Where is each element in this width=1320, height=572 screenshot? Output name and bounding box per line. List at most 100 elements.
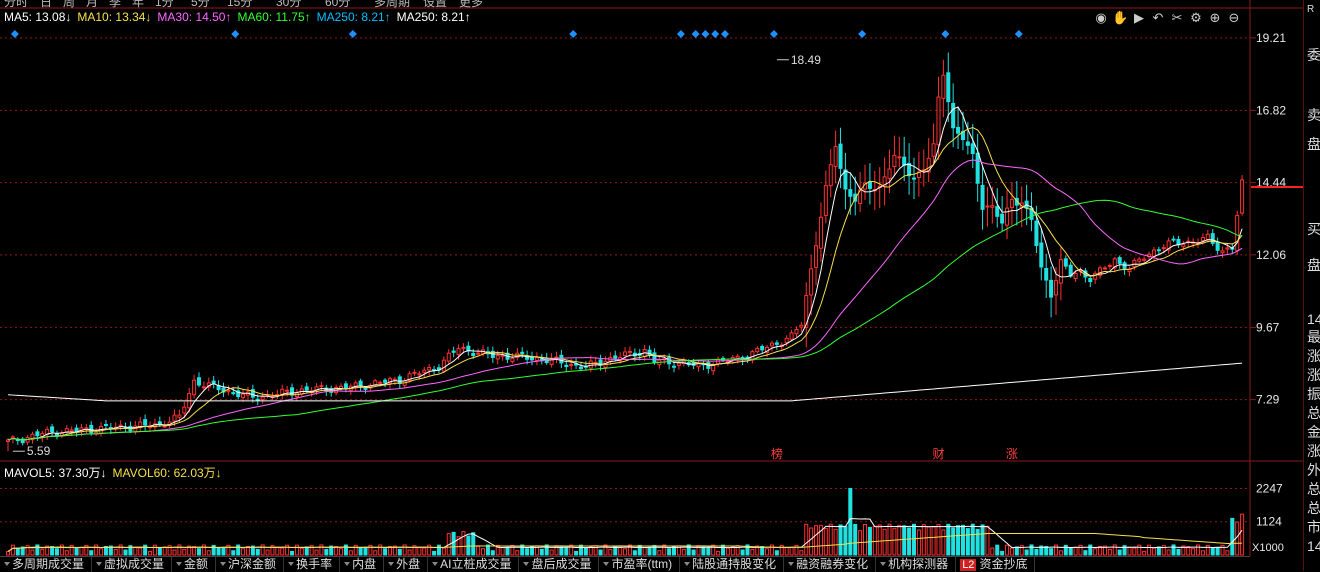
volume-bar [862,523,868,556]
indicator-tab[interactable]: 陆股通持股变化 [680,557,785,572]
event-marker-label: 涨 [1006,446,1018,461]
event-diamond-icon [720,30,729,38]
volume-bar [148,550,153,556]
indicator-tab[interactable]: 换手率 [284,557,341,572]
indicator-tab[interactable]: 内盘 [340,557,385,572]
panel-stat-label: 涨 [1307,367,1320,383]
volume-bar [1127,546,1132,556]
candle-body [946,72,951,103]
candle-body [1049,279,1054,298]
volume-bar [1132,547,1137,556]
volume-bar [1196,544,1201,556]
indicator-tab-label: 陆股通持股变化 [692,557,777,571]
indicator-tab[interactable]: 虚拟成交量 [92,557,173,572]
candle-body [461,346,466,349]
indicator-tab[interactable]: 机构探测器 [876,557,957,572]
candle-body [711,364,716,372]
candle-body [1171,238,1176,241]
volume-bar [549,549,554,556]
volume-bar [730,546,735,556]
volume-bar [397,548,402,556]
volume-bar [231,550,236,556]
indicator-tab-label: 融资融券变化 [796,557,869,571]
indicator-tab-label: 虚拟成交量 [104,557,165,571]
volume-bar [324,548,329,556]
indicator-tab[interactable]: 盘后成交量 [519,557,600,572]
volume-bar [133,546,138,556]
volume-bar [35,544,40,556]
candle-body [1117,257,1122,264]
volume-bar [201,544,206,556]
event-diamond-icon [711,30,720,38]
volume-bar [1049,548,1054,556]
candle-body [1235,214,1240,252]
indicator-tab[interactable]: AI立桩成交量 [428,557,520,572]
volume-bar [848,487,853,556]
candle-body [74,427,79,432]
indicator-tab[interactable]: 金额 [172,557,217,572]
candle-body [1161,247,1166,250]
indicator-tab[interactable]: 外盘 [384,557,429,572]
candle-body [911,177,917,180]
candle-body [828,164,833,187]
candle-body [422,369,427,373]
volume-bar [828,523,833,556]
volume-bar [294,544,299,556]
panel-label: 盘 [1307,136,1320,152]
volume-bar [902,525,907,556]
volume-bar [769,544,774,556]
candle-body [211,380,216,384]
volume-bar [432,550,437,556]
candle-body [995,206,1000,217]
candle-body [1122,262,1127,270]
indicator-tab[interactable]: 沪深金额 [216,557,285,572]
volume-bar [378,544,383,556]
volume-bar [5,550,11,556]
volume-bar [774,550,779,556]
volume-bar [441,547,446,556]
r-icon[interactable]: R [1307,2,1314,17]
candle-body [1205,233,1210,241]
volume-bar [701,546,706,556]
volume-bar [255,548,260,556]
volume-bar [784,547,789,556]
indicator-tab[interactable]: 多周期成交量 [0,557,93,572]
volume-bar [1024,549,1029,556]
volume-bar [422,547,427,556]
candle-body [417,373,422,376]
volume-bar [505,546,510,556]
event-diamond-icon [1014,30,1023,38]
volume-bar [1200,550,1205,556]
indicator-tab-label: 机构探测器 [888,557,949,571]
volume-bar [569,544,574,556]
candle-body [1225,247,1230,250]
candle-body [1102,267,1107,270]
candle-body [936,96,941,146]
volume-bar [290,550,295,556]
candle-body [520,351,525,354]
volume-unit-label: X1000 [1252,542,1284,554]
volume-bar [804,523,809,556]
candle-body [1073,272,1078,280]
indicator-tab[interactable]: L2 资金抄底 [956,557,1036,572]
candle-body [343,383,348,389]
volume-bar [691,549,696,556]
volume-bar [241,548,246,556]
event-diamond-icon [701,30,710,38]
candle-body [363,387,368,390]
candle-body [201,386,206,389]
event-diamond-icon [348,30,357,38]
indicator-tab[interactable]: 融资融券变化 [784,557,877,572]
candle-body [89,424,94,434]
candle-body [510,357,515,363]
candle-body [1005,207,1010,226]
candle-body [446,352,451,362]
volume-bar [867,526,872,556]
panel-stat-label: 总 [1307,405,1320,421]
indicator-tab-label: 换手率 [296,557,333,571]
event-marker-label: 财 [932,447,944,461]
indicator-tab[interactable]: 市盈率(ttm) [599,557,681,572]
volume-bar [485,544,490,556]
volume-bar [520,544,525,556]
vol-tick-label: 1124 [1256,515,1282,529]
